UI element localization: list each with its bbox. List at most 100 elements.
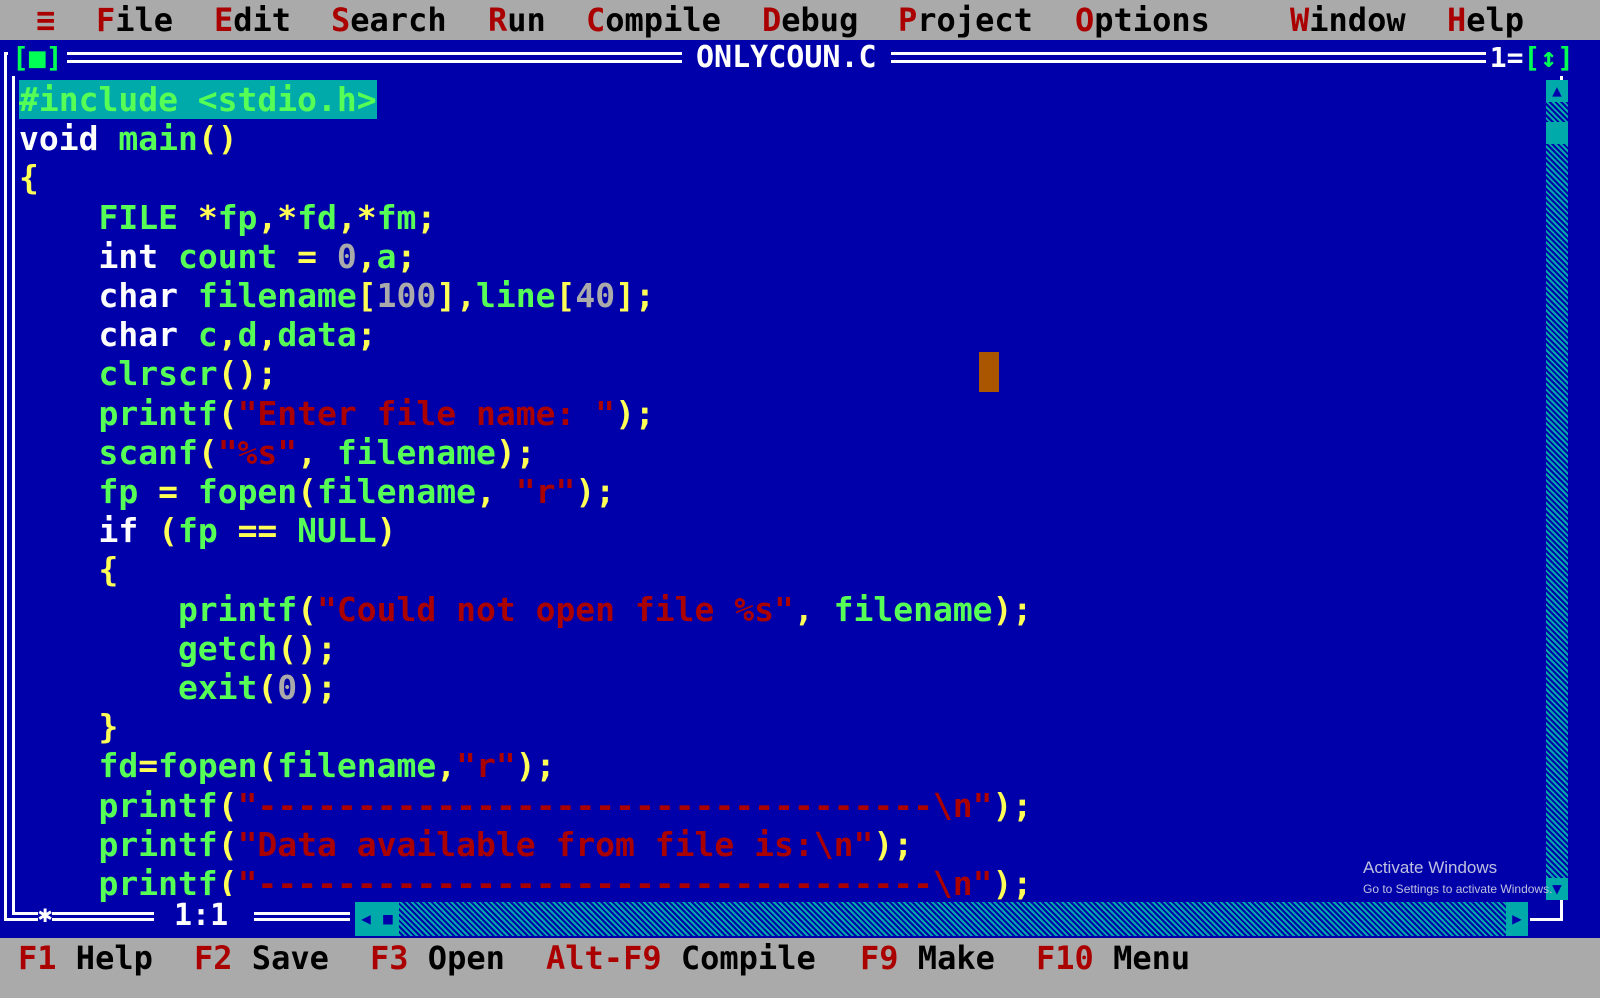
fkey-help-key: F1 <box>18 939 57 977</box>
vertical-scrollbar[interactable]: ▲ ▼ <box>1546 80 1568 900</box>
code-line[interactable]: printf("Could not open file %s", filenam… <box>19 590 1032 629</box>
menu-file-label: ile <box>115 1 174 39</box>
code-token: ( <box>158 511 178 551</box>
arrow-right-icon[interactable]: ▶ <box>1506 902 1528 936</box>
menu-edit-label: dit <box>233 1 292 39</box>
code-token: printf <box>19 393 218 433</box>
menu-help[interactable]: Help <box>1447 0 1524 40</box>
code-token: fp <box>217 197 258 237</box>
code-token: ); <box>992 785 1033 825</box>
zoom-box[interactable]: [↕] <box>1523 41 1574 74</box>
code-token: filename <box>833 589 993 629</box>
code-line[interactable]: printf("Data available from file is:\n")… <box>19 825 913 864</box>
fkey-menu-key: F10 <box>1036 939 1094 977</box>
menu-project-label: roject <box>917 1 1033 39</box>
code-token: 40 <box>575 276 616 315</box>
code-token: fp <box>19 472 159 511</box>
code-line[interactable]: #include <stdio.h> <box>19 80 377 119</box>
code-token: ); <box>575 472 616 511</box>
horizontal-scroll-thumb[interactable]: ■ <box>377 902 399 936</box>
code-token: void <box>19 119 119 159</box>
code-line[interactable]: fp = fopen(filename, "r"); <box>19 472 615 511</box>
code-line[interactable]: { <box>19 158 39 197</box>
code-token: filename <box>317 472 476 511</box>
code-line[interactable]: printf("--------------------------------… <box>19 786 1032 825</box>
code-token: [ <box>555 276 576 315</box>
code-line[interactable]: int count = 0,a; <box>19 237 416 276</box>
menu-debug-hotkey: D <box>762 1 782 39</box>
fkey-open-key: F3 <box>370 939 409 977</box>
code-line[interactable]: fd=fopen(filename,"r"); <box>19 746 556 786</box>
resize-corner-icon[interactable]: ✱ <box>38 896 53 932</box>
horizontal-scrollbar[interactable]: ◀ ■ ▶ <box>355 902 1528 936</box>
window-number-label: 1 <box>1489 41 1507 74</box>
close-box[interactable]: [■] <box>8 40 67 76</box>
menu-options[interactable]: Options <box>1075 0 1210 40</box>
code-line[interactable]: scanf("%s", filename); <box>19 432 535 472</box>
code-token: ( <box>217 824 238 864</box>
fkey-compile[interactable]: Alt-F9 Compile <box>546 938 816 978</box>
code-token: char <box>19 315 198 355</box>
menu-project[interactable]: Project <box>898 0 1033 40</box>
fkey-menu[interactable]: F10 Menu <box>1036 938 1190 978</box>
vertical-scroll-thumb[interactable] <box>1546 122 1568 144</box>
code-token: NULL <box>297 511 377 551</box>
frame-left-inner <box>12 60 15 912</box>
code-token: ); <box>515 746 556 786</box>
menu-file[interactable]: File <box>96 0 173 40</box>
fkey-help[interactable]: F1 Help <box>18 938 153 978</box>
menu-window-label: indow <box>1309 1 1406 39</box>
code-token: "Enter file name: " <box>237 393 616 433</box>
code-token: { <box>19 158 39 198</box>
arrow-up-icon[interactable]: ▲ <box>1546 80 1568 102</box>
code-token: char <box>19 276 198 315</box>
code-line[interactable]: } <box>19 707 118 746</box>
menu-search[interactable]: Search <box>331 0 447 40</box>
vertical-scroll-track[interactable] <box>1546 80 1568 900</box>
code-token: printf <box>19 824 218 864</box>
window-number[interactable]: 1=[↕] <box>1485 40 1578 76</box>
horizontal-scroll-track[interactable] <box>399 902 1506 936</box>
code-token: ); <box>992 864 1033 903</box>
code-line[interactable]: char c,d,data; <box>19 315 376 355</box>
code-line[interactable]: FILE *fp,*fd,*fm; <box>19 198 436 237</box>
arrow-left-icon[interactable]: ◀ <box>355 902 377 936</box>
code-token: fopen <box>158 746 258 786</box>
code-token: filename <box>277 746 437 786</box>
code-line[interactable]: clrscr(); <box>19 354 277 393</box>
code-token: d <box>237 315 258 355</box>
code-token: ); <box>873 824 914 864</box>
code-token: #include <stdio.h> <box>19 80 377 119</box>
code-token: filename <box>197 276 357 315</box>
code-token: () <box>197 119 238 159</box>
menu-search-hotkey: S <box>331 1 351 39</box>
code-token: ); <box>615 393 655 433</box>
code-token: a <box>376 236 397 276</box>
code-line[interactable]: { <box>19 550 118 589</box>
code-token: = <box>158 472 198 511</box>
code-line[interactable]: char filename[100],line[40]; <box>19 276 654 315</box>
menu-window[interactable]: Window <box>1290 0 1406 40</box>
code-line[interactable]: if (fp == NULL) <box>19 511 396 551</box>
fkey-open[interactable]: F3 Open <box>370 938 505 978</box>
fkey-save[interactable]: F2 Save <box>194 938 329 978</box>
code-token: printf <box>19 785 218 825</box>
code-token: ( <box>257 668 278 707</box>
code-line[interactable]: exit(0); <box>19 668 337 707</box>
menu-compile[interactable]: Compile <box>586 0 721 40</box>
code-line[interactable]: getch(); <box>19 629 337 668</box>
code-area[interactable]: #include <stdio.h> void main(){ FILE *fp,… <box>19 80 1539 942</box>
code-token: scanf <box>19 432 198 472</box>
window-number-sep: = <box>1506 41 1524 74</box>
code-token: , <box>476 472 516 511</box>
fkey-make[interactable]: F9 Make <box>860 938 995 978</box>
code-line[interactable]: void main() <box>19 119 238 158</box>
menu-debug[interactable]: Debug <box>762 0 858 40</box>
code-token: fopen <box>197 472 298 511</box>
code-line[interactable]: printf("Enter file name: "); <box>19 393 655 433</box>
system-menu-icon[interactable]: ≡ <box>36 0 55 40</box>
menu-run-hotkey: R <box>488 1 508 39</box>
menu-edit[interactable]: Edit <box>214 0 291 40</box>
menu-run[interactable]: Run <box>488 0 546 40</box>
function-key-bar: F1 Help F2 Save F3 Open Alt-F9 Compile F… <box>0 938 1600 978</box>
